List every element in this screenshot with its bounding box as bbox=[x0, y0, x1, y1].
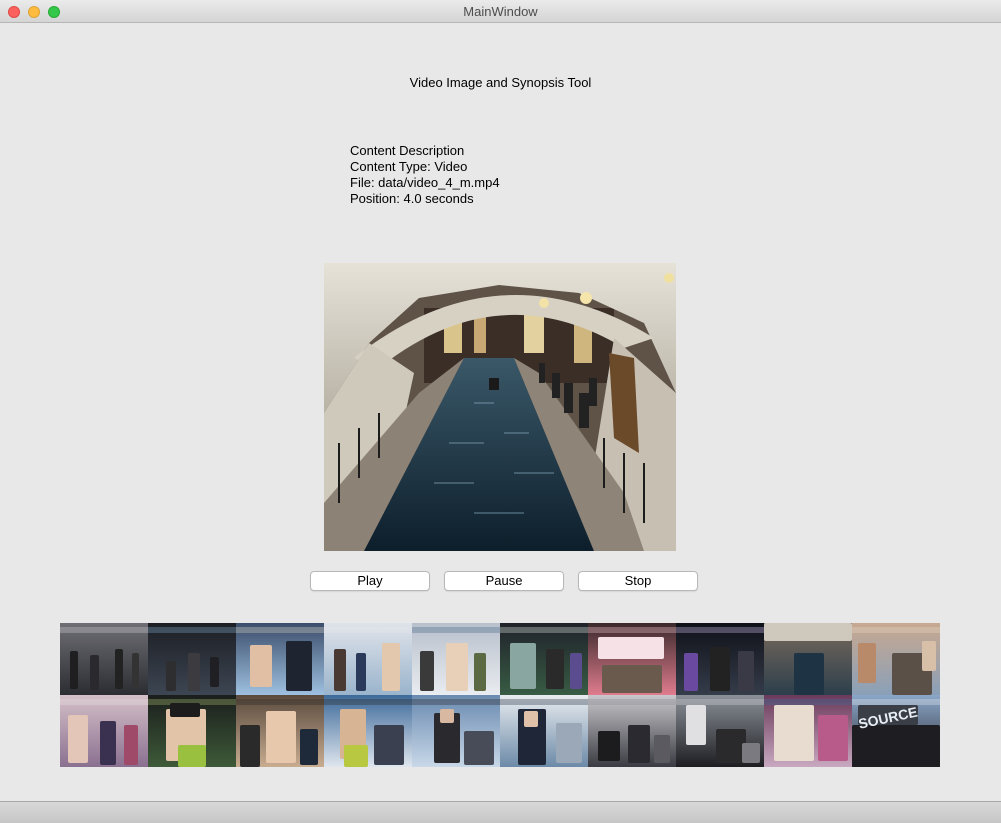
thumbnail-image bbox=[60, 623, 148, 695]
status-bar bbox=[0, 801, 1001, 823]
title-bar: MainWindow bbox=[0, 0, 1001, 23]
description-heading: Content Description bbox=[350, 143, 465, 158]
position-label: Position: 4.0 seconds bbox=[350, 191, 474, 206]
thumbnail-frame[interactable] bbox=[500, 695, 588, 767]
thumbnail-image bbox=[588, 623, 676, 695]
thumbnail-image: SOURCE bbox=[852, 695, 940, 767]
thumbnail-image bbox=[588, 695, 676, 767]
thumbnail-image bbox=[148, 695, 236, 767]
content-type-label: Content Type: Video bbox=[350, 159, 468, 174]
thumbnail-image bbox=[412, 695, 500, 767]
thumbnail-frame[interactable] bbox=[764, 623, 852, 695]
thumbnail-frame[interactable] bbox=[764, 695, 852, 767]
thumbnail-frame[interactable] bbox=[676, 623, 764, 695]
thumbnail-frame[interactable] bbox=[676, 695, 764, 767]
pause-button[interactable]: Pause bbox=[444, 571, 564, 591]
thumbnail-grid: SOURCE bbox=[60, 623, 940, 767]
thumbnail-image bbox=[324, 695, 412, 767]
thumbnail-frame[interactable] bbox=[60, 695, 148, 767]
thumbnail-frame[interactable]: SOURCE bbox=[852, 695, 940, 767]
window-title: MainWindow bbox=[463, 4, 538, 19]
thumbnail-frame[interactable] bbox=[148, 623, 236, 695]
thumbnail-frame[interactable] bbox=[852, 623, 940, 695]
thumbnail-image bbox=[852, 623, 940, 695]
thumbnail-frame[interactable] bbox=[412, 623, 500, 695]
thumbnail-image bbox=[236, 695, 324, 767]
thumbnail-frame[interactable] bbox=[60, 623, 148, 695]
thumbnail-image bbox=[324, 623, 412, 695]
thumbnail-frame[interactable] bbox=[324, 623, 412, 695]
thumbnail-image bbox=[500, 695, 588, 767]
stop-button[interactable]: Stop bbox=[578, 571, 698, 591]
thumbnail-frame[interactable] bbox=[148, 695, 236, 767]
play-button[interactable]: Play bbox=[310, 571, 430, 591]
thumbnail-frame[interactable] bbox=[412, 695, 500, 767]
main-content: Video Image and Synopsis Tool Content De… bbox=[0, 23, 1001, 801]
thumbnail-frame[interactable] bbox=[236, 623, 324, 695]
thumbnail-image bbox=[236, 623, 324, 695]
file-path-label: File: data/video_4_m.mp4 bbox=[350, 175, 500, 190]
thumbnail-image bbox=[676, 623, 764, 695]
thumbnail-frame[interactable] bbox=[324, 695, 412, 767]
thumbnail-image bbox=[60, 695, 148, 767]
thumbnail-image bbox=[764, 623, 852, 695]
thumbnail-frame[interactable] bbox=[588, 695, 676, 767]
thumbnail-image bbox=[764, 695, 852, 767]
thumbnail-image bbox=[412, 623, 500, 695]
app-title: Video Image and Synopsis Tool bbox=[409, 75, 592, 90]
thumbnail-image bbox=[148, 623, 236, 695]
thumbnail-image bbox=[676, 695, 764, 767]
content-description: Content Description Content Type: Video … bbox=[350, 143, 500, 207]
thumbnail-frame[interactable] bbox=[236, 695, 324, 767]
thumbnail-frame[interactable] bbox=[500, 623, 588, 695]
thumbnail-image bbox=[500, 623, 588, 695]
thumbnail-frame[interactable] bbox=[588, 623, 676, 695]
video-frame bbox=[324, 263, 676, 551]
video-frame-image bbox=[324, 263, 676, 551]
